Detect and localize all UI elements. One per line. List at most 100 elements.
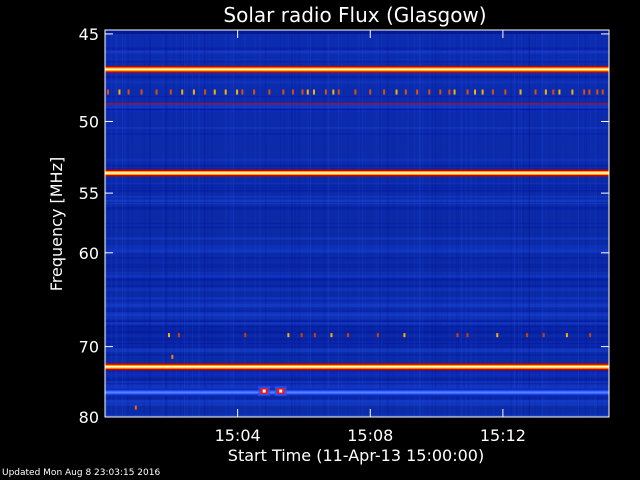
dot-mark	[466, 333, 469, 338]
heatmap-cell	[359, 30, 361, 417]
heatmap-cell	[449, 30, 451, 417]
heatmap-cell	[461, 30, 463, 417]
heatmap-cell	[386, 30, 388, 417]
spike-mark	[416, 89, 419, 95]
spike-mark	[332, 89, 335, 95]
heatmap-cell	[508, 30, 510, 417]
heatmap-cell	[427, 30, 429, 417]
heatmap-cell	[422, 30, 424, 417]
heatmap-cell	[260, 30, 262, 417]
heatmap-cell	[374, 30, 376, 417]
heatmap-cell	[111, 30, 113, 417]
spike-mark	[395, 89, 398, 95]
spike-mark	[428, 89, 431, 95]
heatmap-cell	[585, 30, 587, 417]
heatmap-cell	[440, 30, 442, 417]
spike-mark	[268, 89, 271, 95]
dot-mark	[313, 333, 316, 338]
heatmap-cell	[562, 30, 564, 417]
heatmap-cell	[230, 30, 232, 417]
heatmap-cell	[288, 30, 290, 417]
heatmap-cell	[601, 30, 603, 417]
heatmap-cell	[206, 30, 208, 417]
spectrogram-chart: Solar radio Flux (Glasgow) 455055607080 …	[47, 3, 610, 465]
spike-mark	[601, 89, 604, 95]
spike-mark	[558, 89, 561, 95]
spike-mark	[140, 89, 143, 95]
dot-mark	[177, 333, 180, 338]
heatmap-cell	[188, 30, 190, 417]
heatmap-cell	[203, 30, 205, 417]
spike-mark	[466, 89, 469, 95]
heatmap-cell	[173, 30, 175, 417]
heatmap-cell	[416, 30, 418, 417]
dot-mark	[456, 333, 459, 338]
dot-mark	[244, 333, 247, 338]
chart-title: Solar radio Flux (Glasgow)	[223, 3, 486, 27]
heatmap-cell	[298, 30, 300, 417]
heatmap-cell	[180, 30, 182, 417]
heatmap-cell	[324, 30, 326, 417]
heatmap-cell	[545, 30, 547, 417]
heatmap-cell	[447, 30, 449, 417]
heatmap-cell	[465, 30, 467, 417]
y-tick-label: 80	[79, 408, 99, 427]
heatmap-cell	[105, 30, 107, 417]
dot-mark	[565, 333, 568, 338]
updated-timestamp: Updated Mon Aug 8 23:03:15 2016	[2, 468, 161, 478]
heatmap-cell	[259, 30, 261, 417]
heatmap-cell	[264, 30, 266, 417]
heatmap-cell	[459, 30, 461, 417]
heatmap-cell	[475, 30, 477, 417]
heatmap-cell	[435, 30, 437, 417]
y-tick-label: 70	[79, 338, 99, 357]
spike-mark	[354, 89, 357, 95]
plot-area	[104, 29, 610, 418]
spike-mark	[236, 89, 239, 95]
x-tick-label: 15:04	[215, 426, 261, 445]
y-tick-label: 50	[79, 112, 99, 131]
heatmap-cell	[280, 30, 282, 417]
heatmap-cell	[291, 30, 293, 417]
y-tick-label: 45	[79, 25, 99, 44]
frequency-band	[105, 102, 609, 105]
heatmap-cell	[553, 30, 555, 417]
spike-mark	[369, 89, 372, 95]
heatmap-cell	[464, 30, 466, 417]
heatmap-cell	[379, 30, 381, 417]
heatmap-cell	[397, 30, 399, 417]
heatmap-cell	[105, 30, 609, 34]
heatmap-cell	[148, 30, 150, 417]
burst-core	[262, 389, 266, 393]
heatmap-cell	[520, 30, 522, 417]
heatmap-cell	[589, 30, 591, 417]
spike-mark	[155, 89, 158, 95]
spike-mark	[481, 89, 484, 95]
spike-mark	[337, 89, 340, 95]
dot-mark	[403, 333, 406, 338]
heatmap-cell	[225, 30, 227, 417]
heatmap-cell	[299, 30, 301, 417]
spike-mark	[312, 89, 315, 95]
spike-mark	[282, 89, 285, 95]
heatmap-cell	[376, 30, 378, 417]
heatmap-cell	[594, 30, 596, 417]
heatmap-cell	[407, 30, 409, 417]
spike-mark	[383, 89, 386, 95]
heatmap-cell	[204, 30, 206, 417]
dot-mark	[171, 354, 174, 359]
spike-mark	[301, 89, 304, 95]
heatmap-cell	[493, 30, 495, 417]
heatmap-cell	[528, 30, 530, 417]
dot-mark	[134, 405, 137, 410]
heatmap-cell	[606, 30, 608, 417]
frequency-band-peak	[105, 391, 609, 394]
x-axis-label: Start Time (11-Apr-13 15:00:00)	[228, 446, 484, 465]
spike-mark	[192, 89, 195, 95]
heatmap-cell	[595, 30, 597, 417]
heatmap-cell	[339, 30, 341, 417]
heatmap-cell	[484, 30, 486, 417]
heatmap-cell	[211, 30, 213, 417]
x-tick-label: 15:12	[480, 426, 526, 445]
spike-mark	[439, 89, 442, 95]
